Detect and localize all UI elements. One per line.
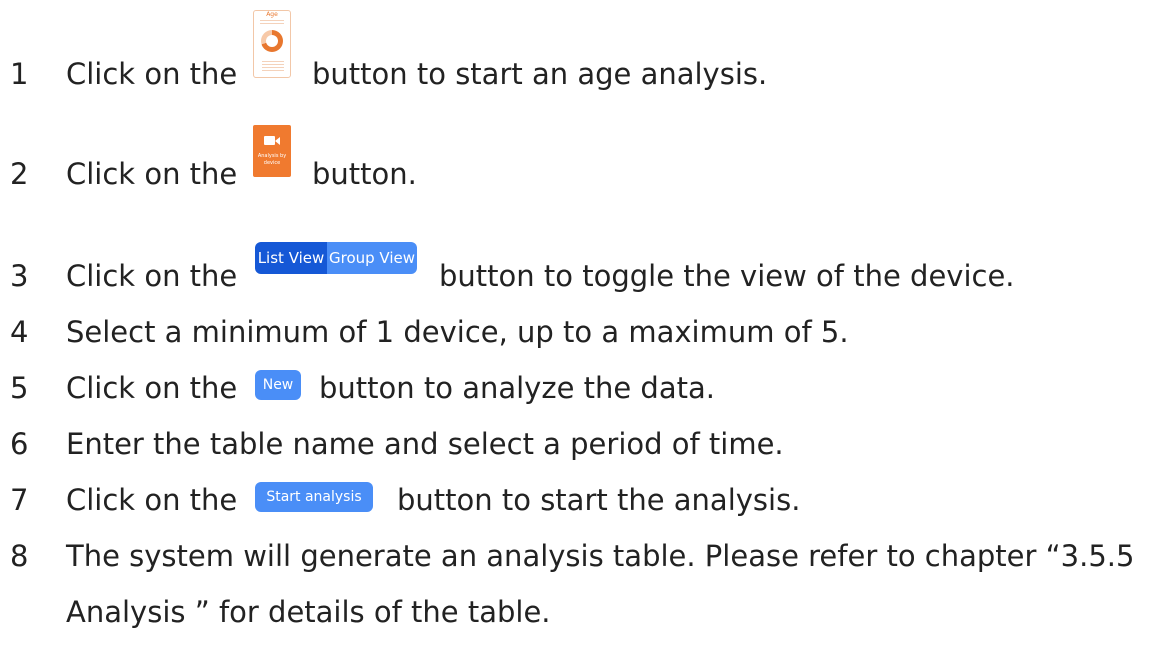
step-number: 6 bbox=[10, 427, 29, 461]
device-button-label: Analysis by device bbox=[257, 153, 287, 166]
new-button[interactable]: New bbox=[255, 370, 301, 400]
analysis-by-device-button[interactable]: Analysis by device bbox=[253, 125, 291, 177]
step-text-after: button to start the analysis. bbox=[397, 483, 801, 517]
step-text: Select a minimum of 1 device, up to a ma… bbox=[66, 315, 849, 349]
video-camera-icon bbox=[264, 136, 275, 145]
step-text-before: Click on the bbox=[66, 157, 238, 191]
step-number: 5 bbox=[10, 371, 29, 405]
step-text-before: Click on the bbox=[66, 57, 238, 91]
step-text-after: button to analyze the data. bbox=[319, 371, 715, 405]
donut-chart-icon bbox=[261, 30, 283, 52]
step-number: 8 bbox=[10, 539, 29, 573]
step-text-before: Click on the bbox=[66, 259, 238, 293]
step-text-after: button to toggle the view of the device. bbox=[439, 259, 1015, 293]
start-analysis-button[interactable]: Start analysis bbox=[255, 482, 373, 512]
step-text: Enter the table name and select a period… bbox=[66, 427, 784, 461]
step-number: 3 bbox=[10, 259, 29, 293]
step-number: 7 bbox=[10, 483, 29, 517]
step-text-line-2: Analysis ” for details of the table. bbox=[66, 595, 551, 629]
group-view-button[interactable]: Group View bbox=[327, 242, 417, 274]
step-number: 2 bbox=[10, 157, 29, 191]
age-title: Age bbox=[266, 11, 278, 18]
step-text-before: Click on the bbox=[66, 371, 238, 405]
view-toggle[interactable]: List View Group View bbox=[255, 242, 417, 274]
step-text-before: Click on the bbox=[66, 483, 238, 517]
age-analysis-button[interactable]: Age bbox=[253, 10, 291, 78]
list-view-button[interactable]: List View bbox=[255, 242, 327, 274]
step-text-after: button. bbox=[312, 157, 417, 191]
step-text-line-1: The system will generate an analysis tab… bbox=[66, 539, 1135, 573]
step-text-after: button to start an age analysis. bbox=[312, 57, 768, 91]
step-number: 4 bbox=[10, 315, 29, 349]
step-number: 1 bbox=[10, 57, 29, 91]
